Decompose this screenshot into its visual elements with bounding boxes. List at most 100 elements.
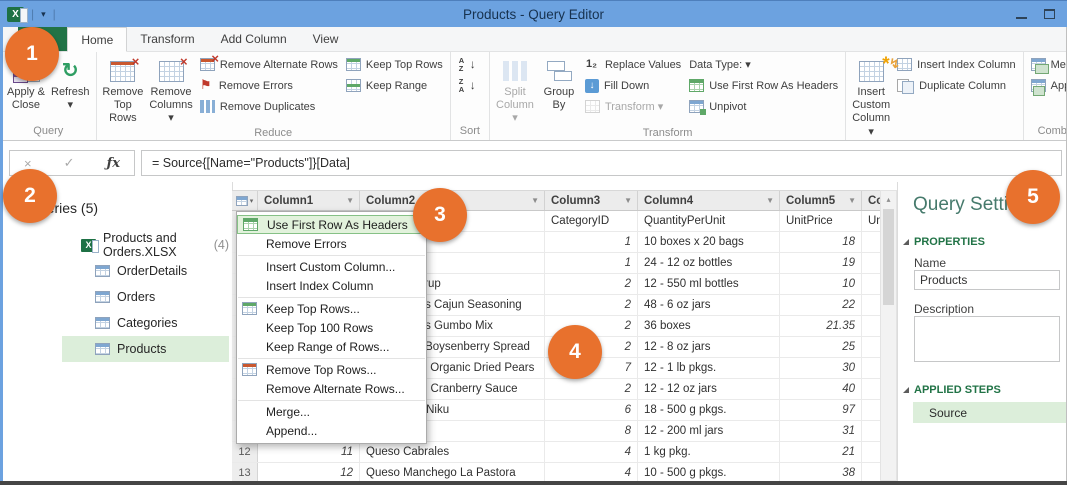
filter-arrow-icon[interactable]: ▼ [766,196,774,205]
query-description-input[interactable] [914,316,1060,362]
remove-columns-button[interactable]: RemoveColumns ▾ [146,54,196,126]
fill-down-button[interactable]: Fill Down [581,75,685,96]
sort-descending-icon-button[interactable] [454,75,480,96]
menu-item-use-first-row-as-headers[interactable]: Use First Row As Headers [237,215,426,234]
menu-item-remove-errors[interactable]: Remove Errors [237,234,426,253]
filter-arrow-icon[interactable]: ▼ [531,196,539,205]
group-by-button[interactable]: Group By [537,54,581,112]
cell[interactable] [862,337,881,357]
filter-arrow-icon[interactable]: ▼ [346,196,354,205]
cell[interactable]: 48 - 6 oz jars [638,295,780,315]
use-first-row-as-headers-button[interactable]: Use First Row As Headers [685,75,842,96]
sidebar-item-orderdetails[interactable]: OrderDetails [62,258,229,284]
maximize-button[interactable] [1044,9,1055,19]
append-button[interactable]: Append [1027,75,1066,96]
cell[interactable]: 12 - 200 ml jars [638,421,780,441]
cell[interactable]: 8 [545,421,638,441]
cell[interactable]: 21 [780,442,862,462]
tab-home[interactable]: Home [67,27,128,52]
sidebar-item-categories[interactable]: Categories [62,310,229,336]
cell[interactable]: 18 [780,232,862,252]
column-header-column1[interactable]: Column1 ▼ [258,191,360,210]
column-header-column6[interactable]: Column6▼ [862,191,881,210]
cell[interactable]: 12 - 1 lb pkgs. [638,358,780,378]
transform-button[interactable]: Transform ▾ [581,96,685,117]
cell[interactable]: 36 boxes [638,316,780,336]
cell[interactable] [862,295,881,315]
row-number[interactable]: 13 [232,463,258,481]
cell[interactable]: 11 [258,442,360,462]
cell[interactable]: 38 [780,463,862,481]
menu-item-insert-custom-column[interactable]: Insert Custom Column... [237,257,426,276]
cell[interactable]: 22 [780,295,862,315]
accept-formula-icon[interactable]: ✓ [64,155,75,171]
cell[interactable] [862,253,881,273]
column-header-column4[interactable]: Column4 ▼ [638,191,780,210]
menu-item-keep-range-of-rows[interactable]: Keep Range of Rows... [237,337,426,356]
cell[interactable]: 40 [780,379,862,399]
filter-arrow-icon[interactable]: ▼ [848,196,856,205]
cell[interactable] [862,379,881,399]
cell[interactable] [862,463,881,481]
cell[interactable]: 19 [780,253,862,273]
cell[interactable] [862,400,881,420]
remove-duplicates-button[interactable]: Remove Duplicates [196,96,342,117]
insert-custom-column-button[interactable]: Insert CustomColumn ▾ [849,54,893,139]
cell[interactable]: 6 [545,400,638,420]
cell[interactable] [862,316,881,336]
quick-access-dropdown-icon[interactable]: ▾ [41,9,46,20]
cell[interactable] [862,442,881,462]
cell[interactable]: 2 [545,379,638,399]
remove-top-rows-button[interactable]: RemoveTop Rows [100,54,147,126]
data-type-button[interactable]: Data Type: ▾ [685,54,842,75]
keep-top-rows-button[interactable]: Keep Top Rows [342,54,447,75]
sidebar-item-orders[interactable]: Orders [62,284,229,310]
split-column-button[interactable]: Split Column ▾ [493,54,537,126]
cell[interactable]: 12 - 8 oz jars [638,337,780,357]
row-number[interactable]: 12 [232,442,258,462]
cell[interactable]: UnitsInStock [862,211,881,231]
fx-icon[interactable]: ƒx [107,156,120,171]
cell[interactable] [862,232,881,252]
cell[interactable]: 24 - 12 oz bottles [638,253,780,273]
cell[interactable]: 10 boxes x 20 bags [638,232,780,252]
cell[interactable]: UnitPrice [780,211,862,231]
cell[interactable]: 10 [780,274,862,294]
cell[interactable]: 2 [545,274,638,294]
replace-values-button[interactable]: Replace Values [581,54,685,75]
cell[interactable]: CategoryID [545,211,638,231]
scroll-up-icon[interactable]: ▴ [881,191,896,207]
cell[interactable]: 97 [780,400,862,420]
tab-transform[interactable]: Transform [127,27,207,51]
menu-item-append[interactable]: Append... [237,421,426,440]
cell[interactable]: QuantityPerUnit [638,211,780,231]
remove-errors-button[interactable]: Remove Errors [196,75,342,96]
sort-ascending-icon-button[interactable] [454,54,480,75]
cell[interactable]: Queso Manchego La Pastora [360,463,545,481]
cell[interactable]: 1 kg pkg. [638,442,780,462]
menu-item-keep-top-rows[interactable]: Keep Top Rows... [237,299,426,318]
applied-steps-section-header[interactable]: APPLIED STEPS [903,384,1001,396]
keep-range-button[interactable]: Keep Range [342,75,447,96]
menu-item-keep-top-100-rows[interactable]: Keep Top 100 Rows [237,318,426,337]
properties-section-header[interactable]: PROPERTIES [903,236,985,248]
query-name-input[interactable] [914,270,1060,290]
cell[interactable]: 12 [258,463,360,481]
filter-arrow-icon[interactable]: ▼ [624,196,632,205]
menu-item-merge[interactable]: Merge... [237,402,426,421]
menu-item-remove-top-rows[interactable]: Remove Top Rows... [237,360,426,379]
cell[interactable]: 4 [545,463,638,481]
duplicate-column-button[interactable]: Duplicate Column [893,75,1019,96]
formula-input[interactable]: = Source{[Name="Products"]}[Data] [141,150,1062,176]
sidebar-item-products-and-orders-xlsx[interactable]: Products and Orders.XLSX (4) [62,231,229,259]
cell[interactable]: Queso Cabrales [360,442,545,462]
merge-button[interactable]: Merge [1027,54,1066,75]
scrollbar-thumb[interactable] [883,209,894,305]
cell[interactable]: 1 [545,253,638,273]
cell[interactable]: 31 [780,421,862,441]
tab-view[interactable]: View [300,27,352,51]
insert-index-column-button[interactable]: Insert Index Column [889,54,1019,75]
unpivot-button[interactable]: Unpivot [685,96,842,117]
sidebar-item-products[interactable]: Products [62,336,229,362]
tab-add-column[interactable]: Add Column [208,27,300,51]
